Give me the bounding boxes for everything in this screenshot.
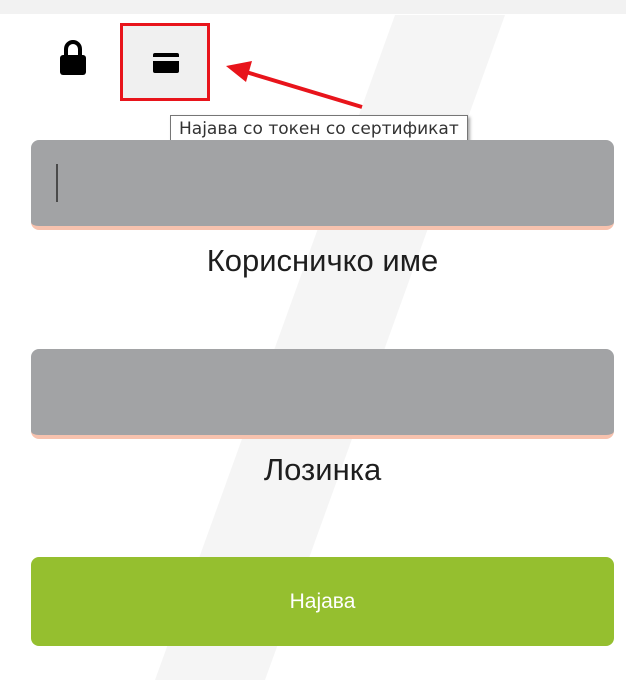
username-label: Корисничко име xyxy=(206,243,439,278)
lock-icon[interactable] xyxy=(58,38,88,78)
password-field[interactable] xyxy=(31,349,614,439)
tooltip: Најава со токен со сертификат xyxy=(170,115,468,143)
certificate-token-login-button[interactable] xyxy=(120,23,210,101)
username-input[interactable] xyxy=(31,140,614,226)
password-label: Лозинка xyxy=(263,452,382,487)
username-field[interactable] xyxy=(31,140,614,230)
password-input[interactable] xyxy=(31,349,614,435)
top-bar xyxy=(0,0,626,14)
login-button[interactable]: Најава xyxy=(31,557,614,646)
text-caret xyxy=(56,164,58,202)
card-icon xyxy=(152,52,180,74)
